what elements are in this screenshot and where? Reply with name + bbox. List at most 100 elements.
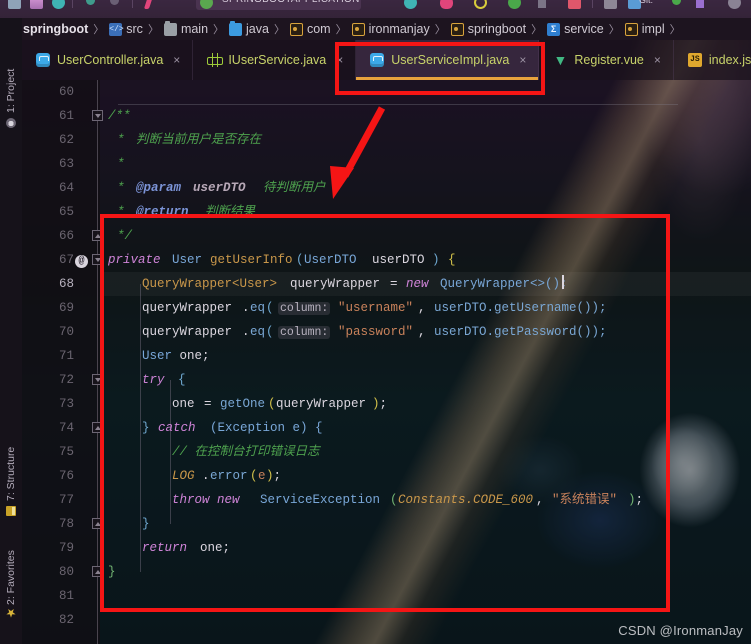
tab-close-icon[interactable]: ×	[173, 53, 180, 67]
line-number: 72	[58, 373, 74, 387]
tab-close-icon[interactable]: ×	[654, 53, 661, 67]
code-editor[interactable]: /** * 判断当前用户是否存在 * * @param userDTO 待判断用…	[100, 80, 751, 644]
tab-userserviceimpl-java[interactable]: UserServiceImpl.java ×	[356, 40, 540, 80]
editor-gutter[interactable]: 60 61 62 63 64 65 66 67 68 69 70 71 72 7…	[22, 80, 103, 644]
package-icon	[624, 22, 638, 36]
line-number: 73	[58, 397, 74, 411]
tab-iuserservice-java[interactable]: IUserService.java ×	[193, 40, 357, 80]
tab-close-icon[interactable]: ×	[519, 53, 526, 67]
line-number: 65	[58, 205, 74, 219]
indent-guide	[170, 428, 171, 524]
javadoc-param-desc: 待判断用户	[263, 181, 326, 195]
redo-icon[interactable]	[110, 0, 119, 5]
sidebar-item-favorites[interactable]: ★ 2: Favorites	[0, 532, 22, 620]
code-line-73-arg: queryWrapper	[276, 392, 366, 416]
open-icon[interactable]	[8, 0, 21, 9]
breadcrumb-separator: 〉	[273, 24, 285, 36]
parameter-name-hint: column:	[278, 326, 331, 339]
breadcrumb-label: main	[180, 22, 209, 36]
breadcrumb-label: springboot	[467, 22, 527, 36]
keyword-new: new	[406, 277, 429, 291]
code-line-64-param: userDTO	[193, 176, 246, 200]
sidebar-item-project[interactable]: 1: Project	[0, 42, 22, 128]
code-line-73-eq: =	[204, 392, 212, 416]
keyword-return: return	[142, 541, 188, 555]
brace-close: }	[142, 421, 150, 435]
breadcrumb-item-impl[interactable]: impl	[624, 22, 665, 36]
save-icon[interactable]	[30, 0, 43, 9]
line-number: 61	[58, 109, 74, 123]
git-push-icon[interactable]	[696, 0, 704, 8]
tab-label: index.js	[708, 53, 751, 67]
profiler-icon[interactable]	[508, 0, 521, 9]
line-number: 77	[58, 493, 74, 507]
search-everywhere-icon[interactable]	[728, 0, 741, 9]
code-line-67-keyword: private	[108, 248, 161, 272]
line-number: 69	[58, 301, 74, 315]
line-number: 60	[58, 85, 74, 99]
breadcrumb-label: ironmanjay	[368, 22, 430, 36]
run-icon[interactable]	[404, 0, 417, 9]
tab-register-vue[interactable]: ▼ Register.vue ×	[539, 40, 674, 80]
line-number: 62	[58, 133, 74, 147]
code-line-68-caret	[562, 272, 564, 296]
javadoc-tag-param: @param	[136, 181, 182, 195]
dot-operator: .	[242, 301, 250, 315]
text-caret	[562, 275, 564, 289]
code-line-76-arg: e	[258, 464, 266, 488]
breadcrumb-item-src[interactable]: </> src	[109, 22, 143, 36]
breadcrumb-item-springboot-pkg[interactable]: springboot	[450, 22, 527, 36]
breadcrumb-item-java[interactable]: java	[229, 20, 269, 36]
code-line-73-end: );	[372, 397, 388, 411]
code-line-69-dot: .	[242, 296, 250, 320]
tab-index-js[interactable]: JS index.js ×	[673, 40, 751, 80]
git-pull-icon[interactable]	[672, 0, 681, 5]
debug-icon[interactable]	[440, 0, 453, 9]
code-line-76-method: error	[210, 464, 248, 488]
code-line-79-keyword: return	[142, 536, 187, 560]
run-with-coverage-icon[interactable]	[474, 0, 487, 9]
method-call-eq: eq	[250, 301, 266, 315]
package-icon	[351, 22, 365, 36]
code-line-67-parenclose: )	[432, 248, 440, 272]
ide-window: SPRINGBOOTAPPLICATION Git: springboot 〉 …	[0, 0, 751, 644]
line-number: 78	[58, 517, 74, 531]
breadcrumb-separator: 〉	[608, 24, 620, 36]
sync-icon[interactable]	[52, 0, 65, 9]
attach-icon[interactable]	[538, 0, 546, 8]
return-type-user: User	[172, 253, 203, 267]
code-line-69-paren: (	[266, 301, 274, 315]
breadcrumb-item-service[interactable]: Σ service	[547, 22, 604, 36]
sidebar-item-structure[interactable]: 7: Structure	[0, 418, 22, 516]
javadoc-star: *	[117, 133, 125, 147]
code-line-67-brace: {	[448, 248, 456, 272]
breadcrumb-item-com[interactable]: com	[289, 22, 331, 36]
stop-icon[interactable]	[568, 0, 581, 9]
update-project-icon[interactable]	[604, 0, 617, 9]
code-line-78: }	[142, 512, 150, 536]
line-number: 74	[58, 421, 74, 435]
paren-close: )	[432, 253, 440, 267]
code-line-77-comma: ,	[536, 493, 544, 507]
brace-open: {	[448, 253, 456, 267]
build-icon[interactable]	[143, 0, 154, 9]
annotation-gutter-marker[interactable]: @	[75, 255, 88, 268]
argument-getpassword: userDTO.getPassword());	[434, 325, 607, 339]
code-line-62-text: 判断当前用户是否存在	[136, 128, 261, 152]
code-line-65-text: 判断结果	[205, 200, 255, 224]
code-line-69-comma: ,	[418, 301, 426, 315]
argument-getusername: userDTO.getUsername());	[434, 301, 607, 315]
breadcrumb-separator: 〉	[213, 24, 225, 36]
line-number: 67	[58, 253, 74, 267]
line-number: 81	[58, 589, 74, 603]
tab-usercontroller-java[interactable]: UserController.java ×	[22, 40, 194, 80]
breadcrumb-label: com	[306, 22, 331, 36]
code-line-76-end: );	[266, 469, 282, 483]
java-class-icon	[36, 53, 50, 67]
tab-label: UserController.java	[57, 53, 164, 67]
breadcrumb-item-ironmanjay[interactable]: ironmanjay	[351, 22, 430, 36]
tab-close-icon[interactable]: ×	[336, 53, 343, 67]
breadcrumb-item-main[interactable]: main	[163, 20, 209, 36]
javadoc-star: *	[117, 205, 125, 219]
undo-icon[interactable]	[86, 0, 95, 5]
